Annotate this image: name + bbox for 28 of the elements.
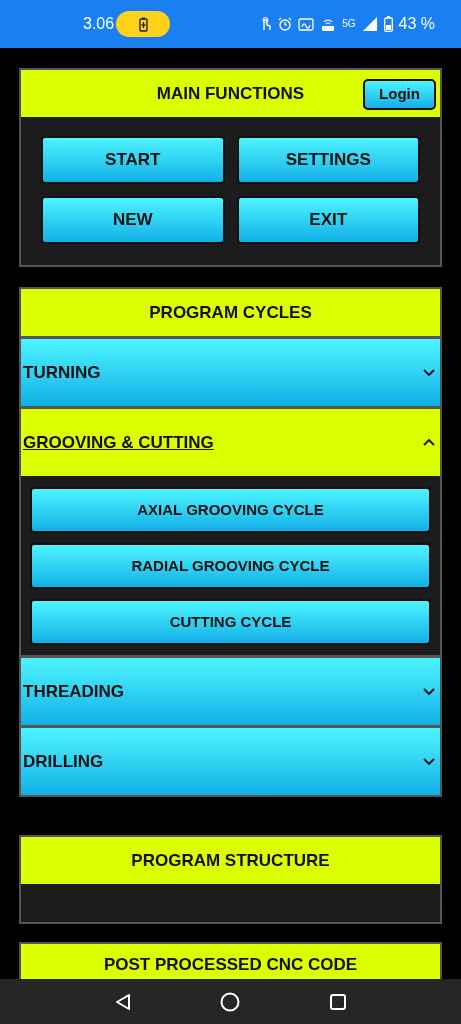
back-icon[interactable] <box>114 992 133 1011</box>
clock: 3.06 <box>83 14 115 34</box>
function-button[interactable]: NEW <box>41 196 225 244</box>
accordion-header[interactable]: DRILLING <box>21 728 440 795</box>
cycle-button[interactable]: CUTTING CYCLE <box>30 599 431 645</box>
cycle-button[interactable]: RADIAL GROOVING CYCLE <box>30 543 431 589</box>
hand-icon <box>260 16 273 32</box>
panel-title: MAIN FUNCTIONS <box>156 82 305 105</box>
function-button[interactable]: EXIT <box>236 196 420 244</box>
accordion-header[interactable]: THREADING <box>21 658 440 725</box>
login-button[interactable]: Login <box>363 79 436 110</box>
network-type: 5G <box>342 19 356 29</box>
function-button[interactable]: START <box>41 136 225 184</box>
recents-icon[interactable] <box>328 992 347 1011</box>
cycle-button[interactable]: AXIAL GROOVING CYCLE <box>30 487 431 533</box>
accordion-header[interactable]: TURNING <box>21 339 440 406</box>
battery-percentage: 43 % <box>398 14 435 34</box>
panel-title: POST PROCESSED CNC CODE <box>103 956 358 974</box>
panel-title: PROGRAM CYCLES <box>149 301 312 324</box>
function-button[interactable]: SETTINGS <box>236 136 420 184</box>
home-icon[interactable] <box>220 991 241 1012</box>
panel-title: PROGRAM STRUCTURE <box>131 849 330 872</box>
refresh-rate-icon <box>298 17 315 31</box>
accordion-header[interactable]: GROOVING & CUTTING <box>21 409 440 476</box>
battery-icon <box>383 16 393 32</box>
alarm-icon <box>278 17 293 31</box>
signal-icon <box>361 16 378 32</box>
battery-charging-icon <box>138 16 148 32</box>
